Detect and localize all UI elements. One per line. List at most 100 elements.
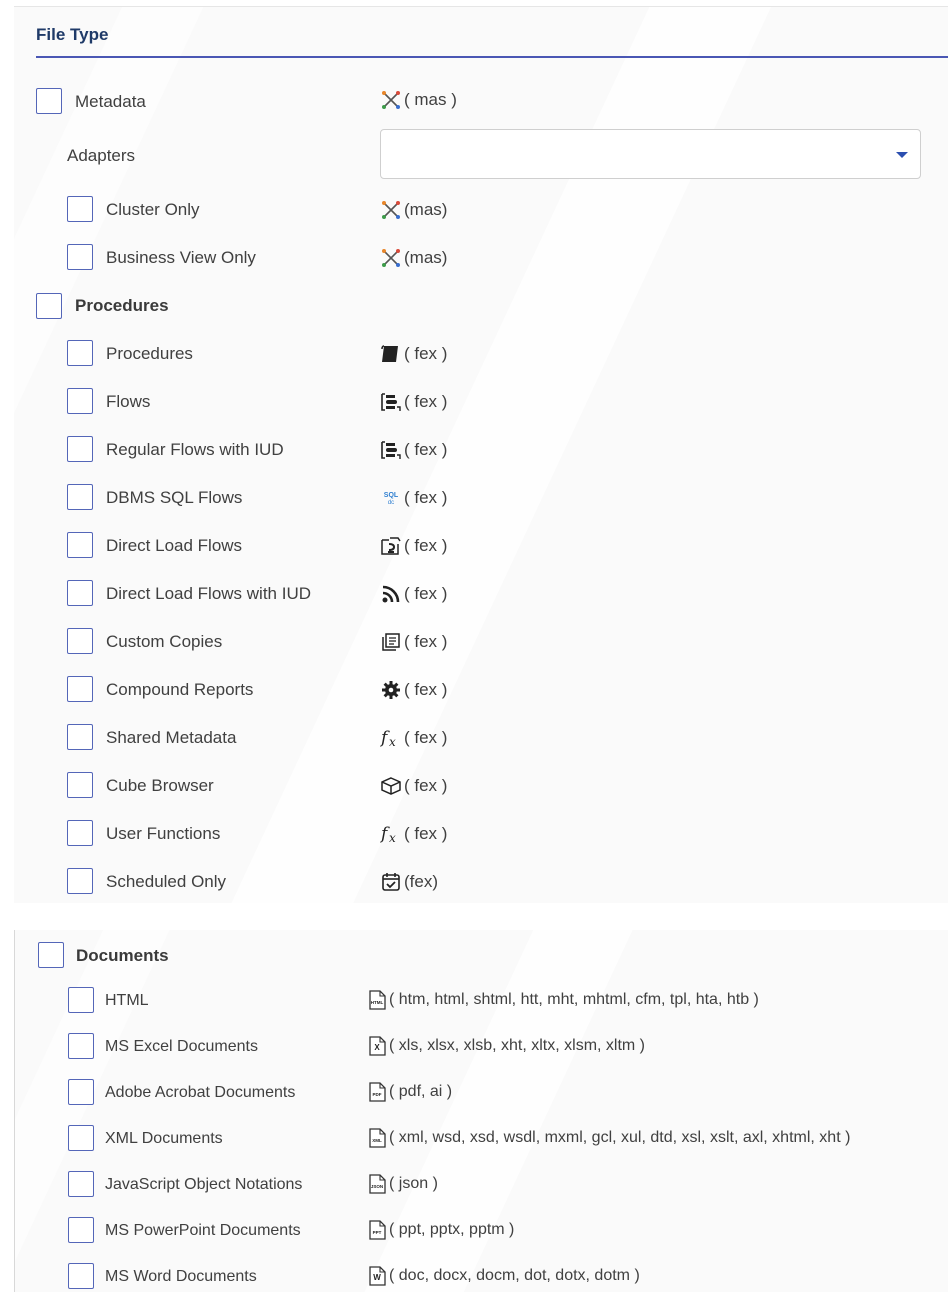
- sql-icon: SQL dc: [380, 487, 402, 509]
- svg-text:PDF: PDF: [373, 1092, 382, 1097]
- business-view-only-ext-text: (mas): [404, 248, 448, 267]
- proc-dbms-sql-flows-row: DBMS SQL Flows SQL dc( fex ): [14, 484, 948, 514]
- proc-compound-reports-ext: ( fex ): [380, 679, 447, 701]
- doc-html-row: HTML HTML ( htm, html, shtml, htt, mht, mh…: [15, 987, 948, 1017]
- svg-text:JSON: JSON: [371, 1184, 383, 1189]
- proc-scheduled-only-ext-text: (fex): [404, 872, 438, 891]
- metadata-cross-icon: [380, 89, 402, 111]
- doc-javascript-object-notations-ext-text: ( json ): [389, 1175, 438, 1192]
- calendar-check-icon: [380, 871, 402, 893]
- proc-compound-reports-row: Compound Reports ( fex ): [14, 676, 948, 706]
- doc-ms-word-documents-row: MS Word Documents W ( doc, docx, docm, dot…: [15, 1263, 948, 1292]
- svg-text:dc: dc: [388, 500, 394, 506]
- doc-ms-powerpoint-documents-ext: PPT ( ppt, pptx, pptm ): [367, 1220, 514, 1240]
- proc-dbms-sql-flows-label: DBMS SQL Flows: [106, 488, 243, 507]
- metadata-cross-icon: [380, 199, 402, 221]
- documents-group-checkbox[interactable]: [38, 942, 64, 968]
- proc-custom-copies-ext: ( fex ): [380, 631, 447, 653]
- proc-custom-copies-label: Custom Copies: [106, 632, 223, 651]
- cluster-only-ext-text: (mas): [404, 200, 448, 219]
- proc-procedures-checkbox[interactable]: [67, 340, 93, 366]
- proc-shared-metadata-row: Shared Metadata f x( fex ): [14, 724, 948, 754]
- excel-file-icon: X: [367, 1036, 387, 1056]
- doc-html-ext-text: ( htm, html, shtml, htt, mht, mhtml, cfm…: [389, 991, 759, 1008]
- cluster-only-checkbox[interactable]: [67, 196, 93, 222]
- proc-flows-checkbox[interactable]: [67, 388, 93, 414]
- adapters-label: Adapters: [67, 146, 136, 165]
- proc-procedures-ext: ( fex ): [380, 343, 447, 365]
- doc-adobe-acrobat-documents-ext-text: ( pdf, ai ): [389, 1083, 453, 1100]
- proc-dbms-sql-flows-checkbox[interactable]: [67, 484, 93, 510]
- proc-regular-flows-with-iud-checkbox[interactable]: [67, 436, 93, 462]
- proc-custom-copies-checkbox[interactable]: [67, 628, 93, 654]
- proc-compound-reports-label: Compound Reports: [106, 680, 254, 699]
- proc-compound-reports-checkbox[interactable]: [67, 676, 93, 702]
- proc-scheduled-only-ext: (fex): [380, 871, 438, 893]
- business-view-only-checkbox[interactable]: [67, 244, 93, 270]
- proc-user-functions-checkbox[interactable]: [67, 820, 93, 846]
- proc-dbms-sql-flows-ext-text: ( fex ): [404, 488, 448, 507]
- proc-direct-load-flows-ext-text: ( fex ): [404, 536, 448, 555]
- svg-text:W: W: [373, 1273, 381, 1282]
- word-file-icon: W: [367, 1266, 387, 1286]
- proc-regular-flows-with-iud-ext: ( fex ): [380, 439, 447, 461]
- cluster-only-label: Cluster Only: [106, 200, 200, 219]
- proc-direct-load-flows-with-iud-row: Direct Load Flows with IUD ( fex ): [14, 580, 948, 610]
- doc-adobe-acrobat-documents-label: Adobe Acrobat Documents: [105, 1084, 296, 1101]
- proc-shared-metadata-checkbox[interactable]: [67, 724, 93, 750]
- file-type-panel: File Type Metadata ( mas ) Adapters Proc…: [14, 6, 948, 903]
- proc-direct-load-flows-with-iud-checkbox[interactable]: [67, 580, 93, 606]
- function-fx-icon: fx: [380, 727, 402, 749]
- svg-text:XML: XML: [372, 1138, 382, 1143]
- doc-ms-word-documents-ext: W ( doc, docx, docm, dot, dotx, dotm ): [367, 1266, 640, 1286]
- proc-procedures-label: Procedures: [106, 344, 193, 363]
- proc-shared-metadata-ext-text: ( fex ): [404, 728, 448, 747]
- doc-ms-excel-documents-ext-text: ( xls, xlsx, xlsb, xht, xltx, xlsm, xltm…: [389, 1037, 646, 1054]
- doc-ms-excel-documents-checkbox[interactable]: [68, 1033, 94, 1059]
- proc-direct-load-flows-checkbox[interactable]: [67, 532, 93, 558]
- function-fx-icon: fx: [380, 823, 402, 845]
- proc-direct-load-flows-ext: ( fex ): [380, 535, 447, 557]
- metadata-label: Metadata: [75, 92, 146, 111]
- proc-procedures-row: Procedures ( fex ): [14, 340, 948, 370]
- doc-javascript-object-notations-row: JavaScript Object Notations JSON ( json ): [15, 1171, 948, 1201]
- doc-javascript-object-notations-checkbox[interactable]: [68, 1171, 94, 1197]
- proc-scheduled-only-row: Scheduled Only (fex): [14, 868, 948, 898]
- proc-cube-browser-ext: ( fex ): [380, 775, 447, 797]
- doc-html-checkbox[interactable]: [68, 987, 94, 1013]
- doc-adobe-acrobat-documents-row: Adobe Acrobat Documents PDF ( pdf, ai ): [15, 1079, 948, 1109]
- metadata-ext: ( mas ): [380, 89, 457, 111]
- doc-ms-powerpoint-documents-ext-text: ( ppt, pptx, pptm ): [389, 1221, 515, 1238]
- proc-scheduled-only-checkbox[interactable]: [67, 868, 93, 894]
- cube-icon: [380, 775, 402, 797]
- proc-direct-load-flows-label: Direct Load Flows: [106, 536, 243, 555]
- proc-direct-load-flows-with-iud-ext: ( fex ): [380, 583, 447, 605]
- adapters-select[interactable]: [380, 129, 921, 179]
- doc-ms-word-documents-checkbox[interactable]: [68, 1263, 94, 1289]
- proc-procedures-ext-text: ( fex ): [404, 344, 448, 363]
- svg-text:X: X: [374, 1043, 380, 1052]
- doc-ms-excel-documents-row: MS Excel Documents X ( xls, xlsx, xlsb, xh…: [15, 1033, 948, 1063]
- pdf-file-icon: PDF: [367, 1082, 387, 1102]
- json-file-icon: JSON: [367, 1174, 387, 1194]
- documents-group-label: Documents: [76, 946, 169, 965]
- procedures-group-checkbox[interactable]: [36, 293, 62, 319]
- doc-xml-documents-ext: XML ( xml, wsd, xsd, wsdl, mxml, gcl, xul…: [367, 1128, 850, 1148]
- doc-ms-excel-documents-label: MS Excel Documents: [105, 1038, 258, 1055]
- metadata-checkbox[interactable]: [36, 88, 62, 114]
- doc-ms-powerpoint-documents-checkbox[interactable]: [68, 1217, 94, 1243]
- doc-adobe-acrobat-documents-checkbox[interactable]: [68, 1079, 94, 1105]
- doc-xml-documents-ext-text: ( xml, wsd, xsd, wsdl, mxml, gcl, xul, d…: [389, 1129, 851, 1146]
- doc-xml-documents-checkbox[interactable]: [68, 1125, 94, 1151]
- proc-cube-browser-checkbox[interactable]: [67, 772, 93, 798]
- documents-panel: Documents HTML HTML ( htm, html, shtml, ht…: [14, 930, 948, 1292]
- proc-custom-copies-ext-text: ( fex ): [404, 632, 448, 651]
- proc-direct-load-flows-row: Direct Load Flows ( fex ): [14, 532, 948, 562]
- proc-flows-label: Flows: [106, 392, 151, 411]
- doc-xml-documents-label: XML Documents: [105, 1130, 223, 1147]
- proc-flows-ext-text: ( fex ): [404, 392, 448, 411]
- cluster-only-ext: (mas): [380, 199, 447, 221]
- xml-file-icon: XML: [367, 1128, 387, 1148]
- copy-icon: [380, 631, 402, 653]
- doc-html-ext: HTML ( htm, html, shtml, htt, mht, mhtml,…: [367, 990, 759, 1010]
